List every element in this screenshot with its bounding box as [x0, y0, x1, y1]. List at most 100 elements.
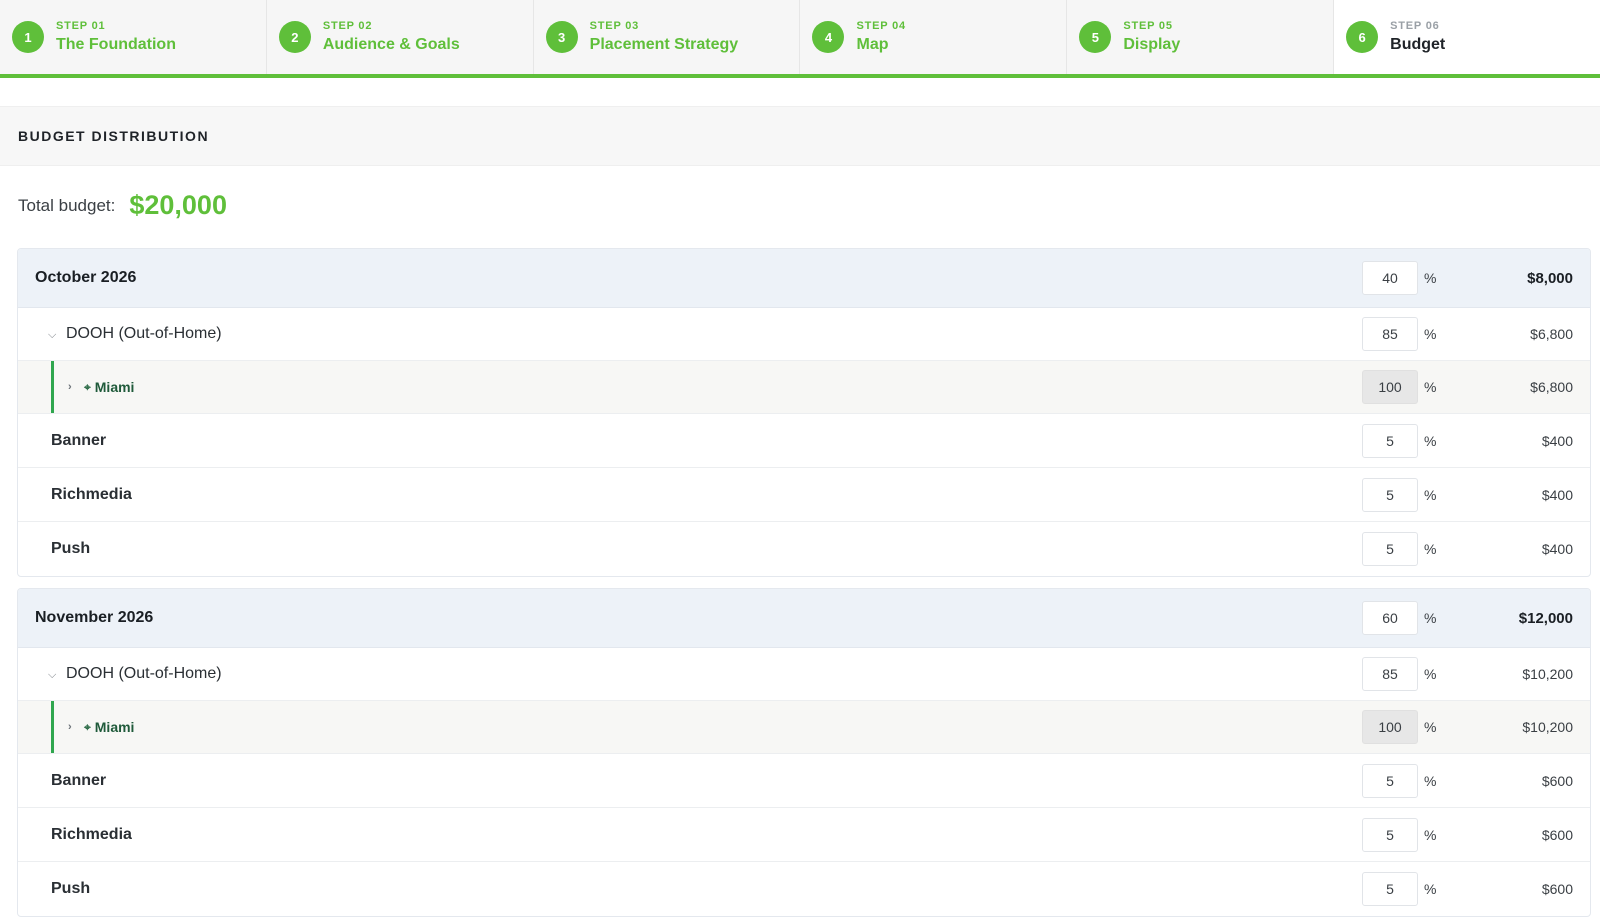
step-title: The Foundation [56, 36, 176, 53]
total-budget: Total budget: $20,000 [18, 190, 227, 221]
step-kicker: STEP 01 [56, 20, 106, 32]
format-name: Richmedia [51, 485, 132, 503]
section-title: BUDGET DISTRIBUTION [18, 128, 210, 144]
format-name: Richmedia [51, 825, 132, 843]
category-row[interactable]: ⌵DOOH (Out-of-Home) % $6,800 [18, 308, 1590, 361]
location-percent-input [1362, 710, 1418, 744]
step-number-badge: 5 [1079, 21, 1112, 53]
step-number-badge: 4 [812, 21, 845, 53]
step-kicker: STEP 02 [322, 20, 373, 32]
format-name: Banner [51, 431, 107, 449]
format-amount: $400 [1541, 432, 1573, 449]
percent-sign: % [1424, 541, 1437, 557]
percent-sign: % [1424, 881, 1437, 897]
format-amount: $400 [1541, 486, 1573, 503]
step-title: Map [856, 36, 889, 53]
format-amount: $600 [1541, 881, 1573, 897]
format-amount: $400 [1541, 541, 1573, 557]
chevron-down-icon[interactable]: ⌵ [48, 329, 64, 342]
format-row: Richmedia % $600 [18, 808, 1590, 862]
category-percent-input[interactable] [1362, 657, 1418, 691]
format-percent-input[interactable] [1362, 817, 1418, 852]
step-map[interactable]: 4 STEP 04 Map [800, 0, 1068, 74]
month-percent-input[interactable] [1362, 261, 1418, 295]
category-name: DOOH (Out-of-Home) [66, 665, 222, 682]
month-card-october: October 2026 % $8,000 ⌵DOOH (Out-of-Home… [17, 248, 1591, 577]
percent-sign: % [1424, 270, 1437, 286]
chevron-down-icon[interactable]: ⌵ [48, 669, 64, 682]
step-audience-goals[interactable]: 2 STEP 02 Audience & Goals [266, 0, 534, 74]
step-title: Budget [1390, 36, 1446, 53]
format-percent-input[interactable] [1362, 532, 1418, 566]
month-header: October 2026 % $8,000 [18, 249, 1590, 308]
location-indicator-bar [51, 701, 54, 753]
category-amount: $6,800 [1530, 326, 1573, 342]
step-number-badge: 1 [12, 21, 44, 53]
location-name: Miami [94, 379, 135, 395]
percent-sign: % [1424, 826, 1437, 843]
percent-sign: % [1424, 610, 1437, 626]
step-foundation[interactable]: 1 STEP 01 The Foundation [0, 0, 267, 74]
format-name: Push [51, 540, 91, 557]
percent-sign: % [1424, 719, 1437, 735]
location-row[interactable]: › ⌖ Miami % $10,200 [18, 701, 1590, 754]
format-percent-input[interactable] [1362, 872, 1418, 906]
percent-sign: % [1424, 666, 1437, 682]
chevron-right-icon[interactable]: › [68, 381, 82, 393]
step-number-badge: 3 [545, 21, 578, 53]
format-amount: $600 [1541, 826, 1573, 843]
month-amount: $8,000 [1527, 269, 1573, 287]
chevron-right-icon[interactable]: › [68, 721, 82, 733]
category-name: DOOH (Out-of-Home) [66, 325, 222, 342]
step-kicker: STEP 06 [1390, 20, 1440, 32]
location-row[interactable]: › ⌖ Miami % $6,800 [18, 361, 1590, 414]
wizard-stepper: 1 STEP 01 The Foundation 2 STEP 02 Audie… [0, 0, 1600, 78]
step-placement-strategy[interactable]: 3 STEP 03 Placement Strategy [533, 0, 801, 74]
month-header: November 2026 % $12,000 [18, 589, 1590, 648]
step-budget[interactable]: 6 STEP 06 Budget [1334, 0, 1600, 74]
month-name: November 2026 [35, 609, 154, 626]
step-kicker: STEP 04 [856, 20, 906, 32]
format-row: Richmedia % $400 [18, 468, 1590, 522]
category-amount: $10,200 [1522, 666, 1573, 682]
month-amount: $12,000 [1518, 609, 1573, 627]
step-display[interactable]: 5 STEP 05 Display [1067, 0, 1335, 74]
step-title: Audience & Goals [322, 36, 460, 53]
location-amount: $10,200 [1522, 719, 1573, 735]
month-percent-input[interactable] [1362, 601, 1418, 635]
step-number-badge: 6 [1346, 21, 1379, 53]
format-name: Push [51, 880, 91, 897]
step-kicker: STEP 05 [1123, 20, 1173, 32]
month-name: October 2026 [35, 269, 137, 286]
location-pin-icon: ⌖ [84, 719, 91, 734]
percent-sign: % [1424, 379, 1437, 395]
step-number-badge: 2 [278, 21, 311, 53]
format-row: Push % $600 [18, 862, 1590, 916]
format-percent-input[interactable] [1362, 763, 1418, 798]
format-percent-input[interactable] [1362, 477, 1418, 512]
percent-sign: % [1424, 772, 1437, 789]
percent-sign: % [1424, 486, 1437, 503]
location-pin-icon: ⌖ [84, 379, 91, 394]
format-percent-input[interactable] [1362, 423, 1418, 458]
location-percent-input [1362, 370, 1418, 404]
percent-sign: % [1424, 432, 1437, 449]
location-name: Miami [94, 719, 135, 735]
location-indicator-bar [51, 361, 54, 413]
percent-sign: % [1424, 326, 1437, 342]
category-row[interactable]: ⌵DOOH (Out-of-Home) % $10,200 [18, 648, 1590, 701]
category-percent-input[interactable] [1362, 317, 1418, 351]
total-budget-value: $20,000 [129, 190, 227, 220]
format-amount: $600 [1541, 772, 1573, 789]
step-title: Placement Strategy [589, 36, 739, 53]
location-amount: $6,800 [1530, 379, 1573, 395]
month-card-november: November 2026 % $12,000 ⌵DOOH (Out-of-Ho… [17, 588, 1591, 917]
format-row: Banner % $600 [18, 754, 1590, 808]
format-name: Banner [51, 771, 107, 789]
step-title: Display [1123, 36, 1181, 53]
format-row: Banner % $400 [18, 414, 1590, 468]
step-kicker: STEP 03 [589, 20, 640, 32]
section-header: BUDGET DISTRIBUTION [0, 106, 1600, 166]
format-row: Push % $400 [18, 522, 1590, 576]
total-budget-label: Total budget: [18, 195, 116, 215]
